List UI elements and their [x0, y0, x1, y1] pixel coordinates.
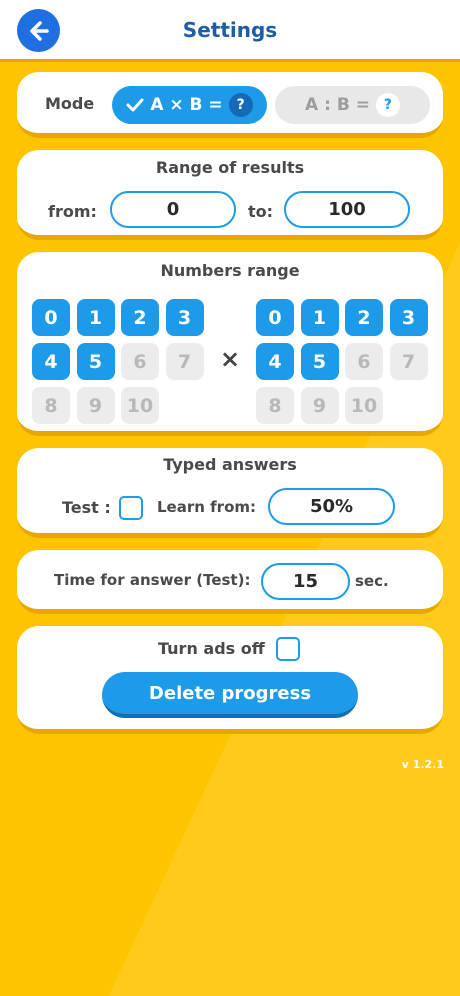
- time-input[interactable]: 15: [261, 563, 350, 600]
- left-number-3[interactable]: 3: [165, 299, 204, 336]
- left-number-2[interactable]: 2: [121, 299, 159, 336]
- ads-label: Turn ads off: [158, 639, 265, 658]
- ads-card: Turn ads off Delete progress: [17, 626, 443, 734]
- question-badge: ?: [228, 93, 253, 117]
- left-number-6[interactable]: 6: [121, 343, 159, 380]
- left-number-1[interactable]: 1: [76, 299, 115, 336]
- from-label: from:: [48, 202, 97, 221]
- left-number-5[interactable]: 5: [76, 343, 115, 380]
- mode-card: Mode A × B = ? A : B = ?: [17, 72, 443, 138]
- right-number-1[interactable]: 1: [300, 299, 339, 336]
- learn-from-label: Learn from:: [157, 498, 257, 516]
- version-label: v 1.2.1: [401, 758, 444, 771]
- range-results-title: Range of results: [155, 158, 305, 177]
- numbers-range-card: Numbers range 0 1 2 3 4 5 6 7 8 9 10 × 01234567891…: [17, 252, 443, 436]
- right-number-5[interactable]: 5: [300, 343, 339, 380]
- right-number-7[interactable]: 7: [389, 343, 428, 380]
- test-label: Test :: [62, 498, 111, 517]
- right-number-9[interactable]: 9: [300, 387, 339, 424]
- question-badge: ?: [375, 93, 400, 117]
- mode-label: Mode: [45, 94, 95, 113]
- numbers-range-title: Numbers range: [160, 261, 300, 280]
- typed-answers-title: Typed answers: [163, 455, 297, 474]
- right-number-6[interactable]: 6: [345, 343, 383, 380]
- times-symbol: ×: [220, 345, 241, 373]
- left-number-4[interactable]: 4: [32, 343, 70, 380]
- checkmark-icon: [126, 98, 144, 112]
- right-number-3[interactable]: 3: [389, 299, 428, 336]
- left-number-7[interactable]: 7: [165, 343, 204, 380]
- to-input[interactable]: 100: [284, 191, 410, 228]
- mode-multiply-button[interactable]: A × B = ?: [112, 86, 267, 124]
- right-number-10[interactable]: 10: [345, 387, 383, 424]
- left-number-10[interactable]: 10: [121, 387, 159, 424]
- right-number-8[interactable]: 8: [256, 387, 294, 424]
- left-number-9[interactable]: 9: [76, 387, 115, 424]
- test-checkbox[interactable]: [119, 496, 143, 520]
- right-number-2[interactable]: 2: [345, 299, 383, 336]
- time-card: Time for answer (Test): 15 sec.: [17, 550, 443, 614]
- arrow-left-icon: [29, 20, 49, 41]
- to-label: to:: [248, 202, 274, 221]
- from-input[interactable]: 0: [110, 191, 236, 228]
- right-number-4[interactable]: 4: [256, 343, 294, 380]
- time-unit: sec.: [355, 572, 389, 590]
- mode-divide-button[interactable]: A : B = ?: [275, 86, 430, 124]
- ads-checkbox[interactable]: [276, 637, 300, 661]
- learn-from-input[interactable]: 50%: [268, 488, 395, 525]
- delete-progress-button[interactable]: Delete progress: [102, 672, 358, 718]
- typed-answers-card: Typed answers Test : Learn from: 50%: [17, 448, 443, 538]
- app-header: Settings: [0, 0, 460, 62]
- right-number-0[interactable]: 0: [256, 299, 294, 336]
- left-number-0[interactable]: 0: [32, 299, 70, 336]
- range-results-card: Range of results from: 0 to: 100: [17, 150, 443, 240]
- page-title: Settings: [182, 17, 278, 42]
- back-button[interactable]: [17, 9, 60, 52]
- left-number-8[interactable]: 8: [32, 387, 70, 424]
- mode-multiply-label: A × B =: [150, 95, 223, 115]
- mode-divide-label: A : B =: [305, 95, 370, 115]
- time-label: Time for answer (Test):: [54, 571, 251, 589]
